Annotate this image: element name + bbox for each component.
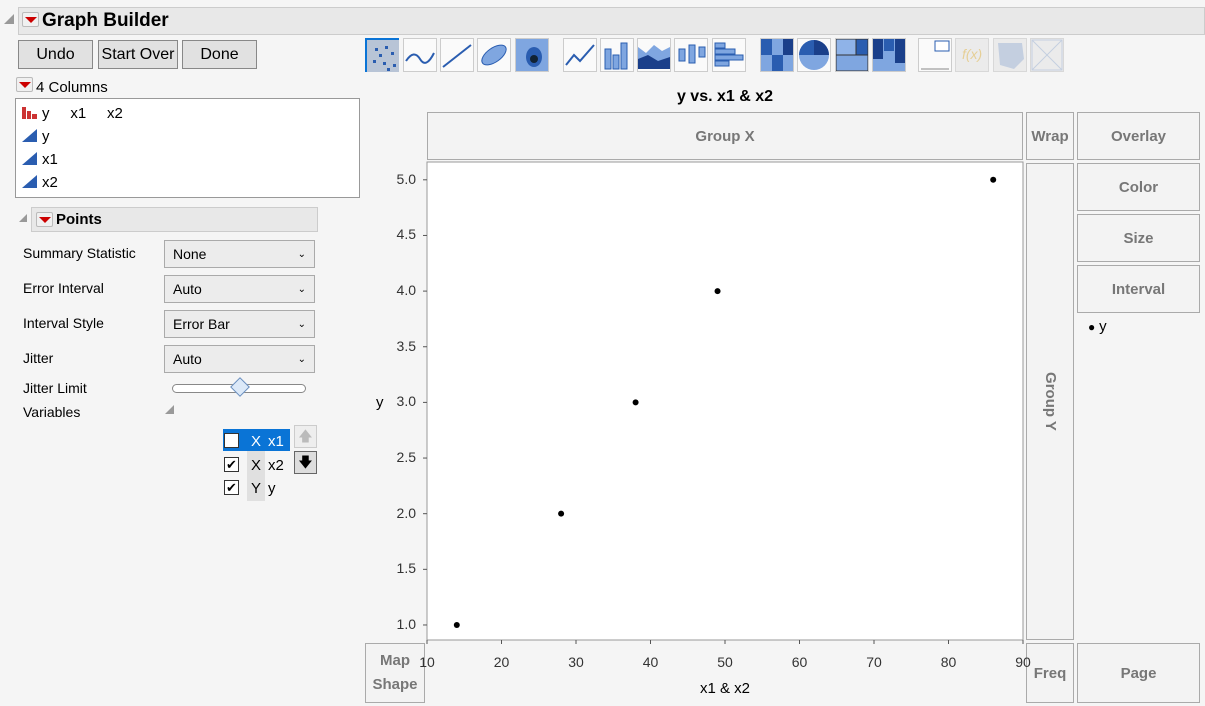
y-tick-label: 5.0 [396, 170, 416, 187]
data-point [558, 510, 565, 517]
y-tick-label: 2.0 [396, 504, 416, 521]
x-tick-label: 20 [493, 654, 510, 670]
plot-area[interactable] [0, 0, 1205, 706]
y-tick-label: 4.0 [396, 282, 416, 299]
x-tick-label: 30 [568, 654, 584, 670]
x-tick-label: 60 [791, 654, 808, 670]
data-point [453, 621, 460, 628]
x-axis-label[interactable]: x1 & x2 [427, 680, 1023, 697]
y-tick-label: 3.5 [396, 337, 416, 354]
x-tick-label: 10 [419, 654, 435, 670]
plot-frame [426, 161, 1024, 641]
data-point [632, 399, 639, 406]
y-tick-label: 2.5 [396, 449, 416, 466]
x-tick-label: 70 [866, 654, 882, 670]
y-tick-label: 1.5 [396, 560, 416, 577]
x-tick-label: 80 [940, 654, 957, 670]
data-point [990, 176, 997, 183]
x-tick-label: 50 [717, 654, 733, 670]
y-tick-label: 1.0 [396, 615, 416, 632]
y-tick-label: 3.0 [396, 393, 416, 410]
x-tick-label: 40 [642, 654, 659, 670]
y-tick-label: 4.5 [396, 226, 416, 243]
x-tick-label: 90 [1015, 654, 1031, 670]
data-point [714, 288, 721, 295]
